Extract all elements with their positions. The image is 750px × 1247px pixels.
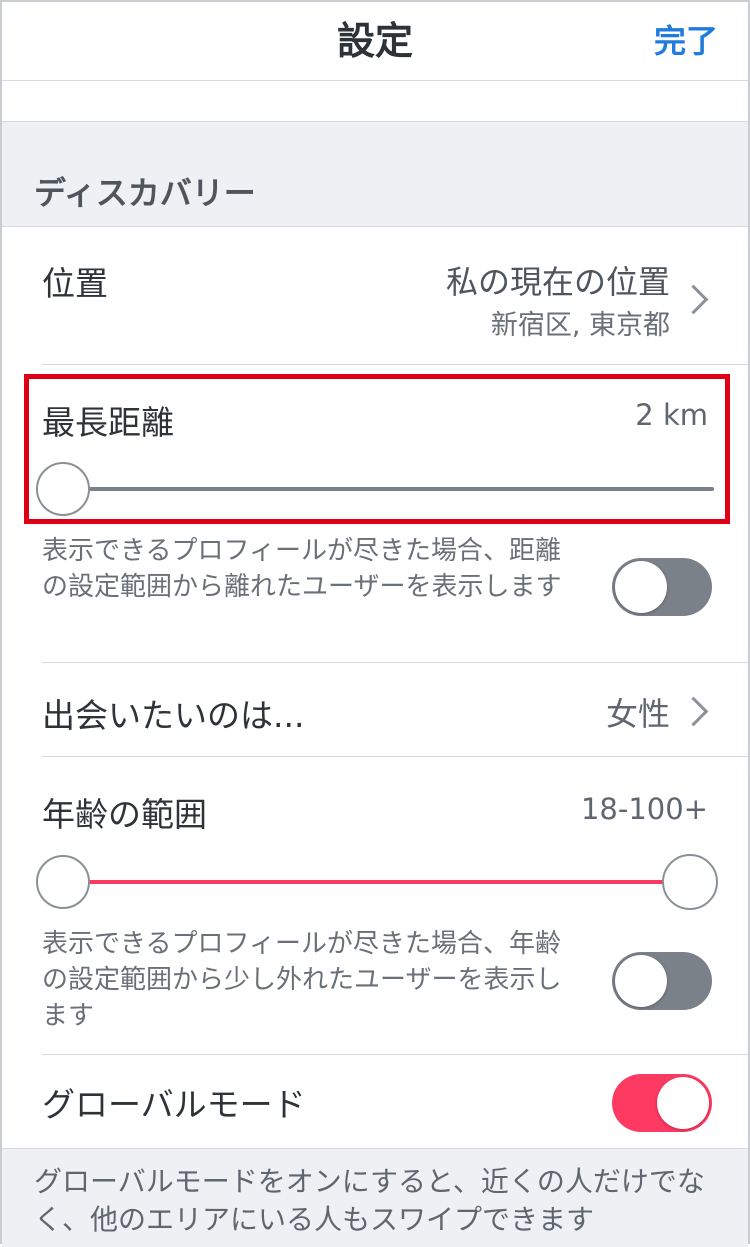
age-expand-toggle[interactable] bbox=[612, 952, 712, 1010]
interest-value: 女性 bbox=[605, 695, 670, 733]
age-range-slider[interactable] bbox=[36, 854, 718, 910]
interest-row[interactable]: 出会いたいのは... 女性 bbox=[2, 663, 748, 756]
nav-bar: 設定 完了 bbox=[2, 2, 748, 81]
footer-text: グローバルモードをオンにすると、近くの人だけでなく、他のエリアにいる人もスワイプ… bbox=[34, 1165, 705, 1236]
location-row[interactable]: 位置 私の現在の位置 新宿区, 東京都 bbox=[2, 227, 748, 364]
distance-expand-toggle[interactable] bbox=[612, 558, 712, 616]
chevron-right-icon bbox=[678, 284, 709, 315]
age-range-track bbox=[63, 880, 689, 884]
age-label: 年齢の範囲 bbox=[42, 795, 207, 834]
age-description: 表示できるプロフィールが尽きた場合、年齢の設定範囲から少し外れたユーザーを表示し… bbox=[42, 929, 562, 1031]
age-max-thumb[interactable] bbox=[662, 854, 718, 910]
toggle-knob bbox=[615, 955, 667, 1007]
age-value: 18-100+ bbox=[580, 792, 708, 826]
location-sub: 新宿区, 東京都 bbox=[490, 310, 670, 341]
highlight-box bbox=[24, 374, 730, 524]
interest-label: 出会いたいのは... bbox=[42, 696, 305, 735]
location-value: 私の現在の位置 bbox=[445, 263, 670, 301]
global-mode-toggle[interactable] bbox=[612, 1074, 712, 1132]
spacer bbox=[2, 81, 748, 122]
chevron-right-icon bbox=[678, 696, 709, 727]
location-label: 位置 bbox=[42, 264, 108, 303]
footer-note: グローバルモードをオンにすると、近くの人だけでなく、他のエリアにいる人もスワイプ… bbox=[2, 1148, 748, 1247]
page-title: 設定 bbox=[336, 19, 413, 63]
divider bbox=[42, 364, 748, 365]
divider bbox=[42, 1054, 748, 1055]
section-title: ディスカバリー bbox=[34, 174, 256, 212]
toggle-knob bbox=[615, 561, 667, 613]
toggle-knob bbox=[657, 1077, 709, 1129]
age-min-thumb[interactable] bbox=[36, 855, 90, 909]
section-header: ディスカバリー bbox=[2, 122, 748, 227]
global-label: グローバルモード bbox=[42, 1085, 306, 1124]
distance-description: 表示できるプロフィールが尽きた場合、距離の設定範囲から離れたユーザーを表示します bbox=[42, 536, 562, 602]
divider bbox=[42, 756, 748, 757]
done-button[interactable]: 完了 bbox=[654, 16, 718, 62]
